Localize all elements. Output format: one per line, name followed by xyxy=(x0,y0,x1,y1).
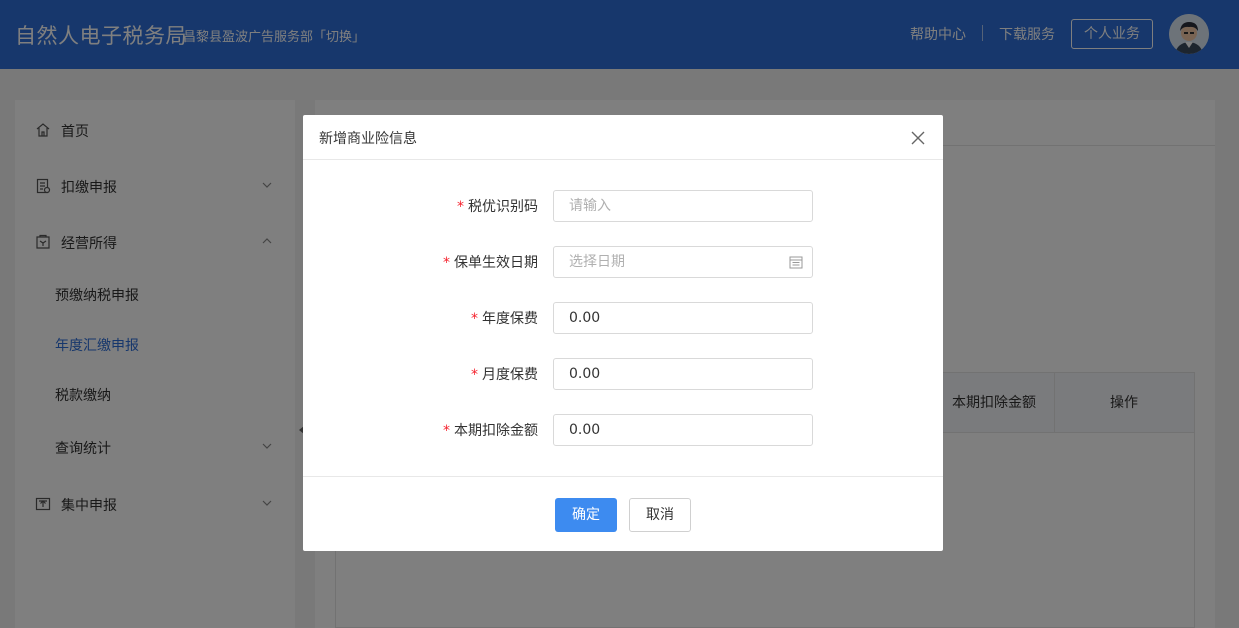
required-mark: * xyxy=(443,255,450,271)
field-label-tax-code: * 税优识别码 xyxy=(457,196,538,216)
required-mark: * xyxy=(443,423,450,439)
required-mark: * xyxy=(471,311,478,327)
close-icon[interactable] xyxy=(909,129,927,147)
required-mark: * xyxy=(471,367,478,383)
field-label-text: 税优识别码 xyxy=(468,199,538,215)
form-row-annual-premium: * 年度保费 0.00 xyxy=(303,302,943,334)
required-mark: * xyxy=(457,199,464,215)
dialog-title: 新增商业险信息 xyxy=(319,131,417,147)
form-row-monthly-premium: * 月度保费 0.00 xyxy=(303,358,943,390)
deduction-amount-input[interactable]: 0.00 xyxy=(553,414,813,446)
field-label-annual-premium: * 年度保费 xyxy=(471,308,538,328)
monthly-premium-input[interactable]: 0.00 xyxy=(553,358,813,390)
form-row-policy-date: * 保单生效日期 选择日期 xyxy=(303,246,943,278)
form-row-deduction-amount: * 本期扣除金额 0.00 xyxy=(303,414,943,446)
dialog-footer: 确定 取消 xyxy=(303,476,943,551)
calendar-icon[interactable] xyxy=(789,255,803,269)
field-label-text: 保单生效日期 xyxy=(454,255,538,271)
field-label-text: 本期扣除金额 xyxy=(454,423,538,439)
field-label-monthly-premium: * 月度保费 xyxy=(471,364,538,384)
field-label-text: 月度保费 xyxy=(482,367,538,383)
field-label-deduction-amount: * 本期扣除金额 xyxy=(443,420,538,440)
confirm-button[interactable]: 确定 xyxy=(555,498,617,532)
form-row-tax-code: * 税优识别码 请输入 xyxy=(303,190,943,222)
policy-date-picker[interactable]: 选择日期 xyxy=(553,246,813,278)
field-label-text: 年度保费 xyxy=(482,311,538,327)
annual-premium-input[interactable]: 0.00 xyxy=(553,302,813,334)
add-commercial-insurance-dialog: 新增商业险信息 * 税优识别码 请输入 * 保单生效日期 选择日期 * 年度保费 0.… xyxy=(303,115,943,551)
field-label-policy-date: * 保单生效日期 xyxy=(443,252,538,272)
cancel-button[interactable]: 取消 xyxy=(629,498,691,532)
dialog-header: 新增商业险信息 xyxy=(303,115,943,160)
tax-code-input[interactable]: 请输入 xyxy=(553,190,813,222)
